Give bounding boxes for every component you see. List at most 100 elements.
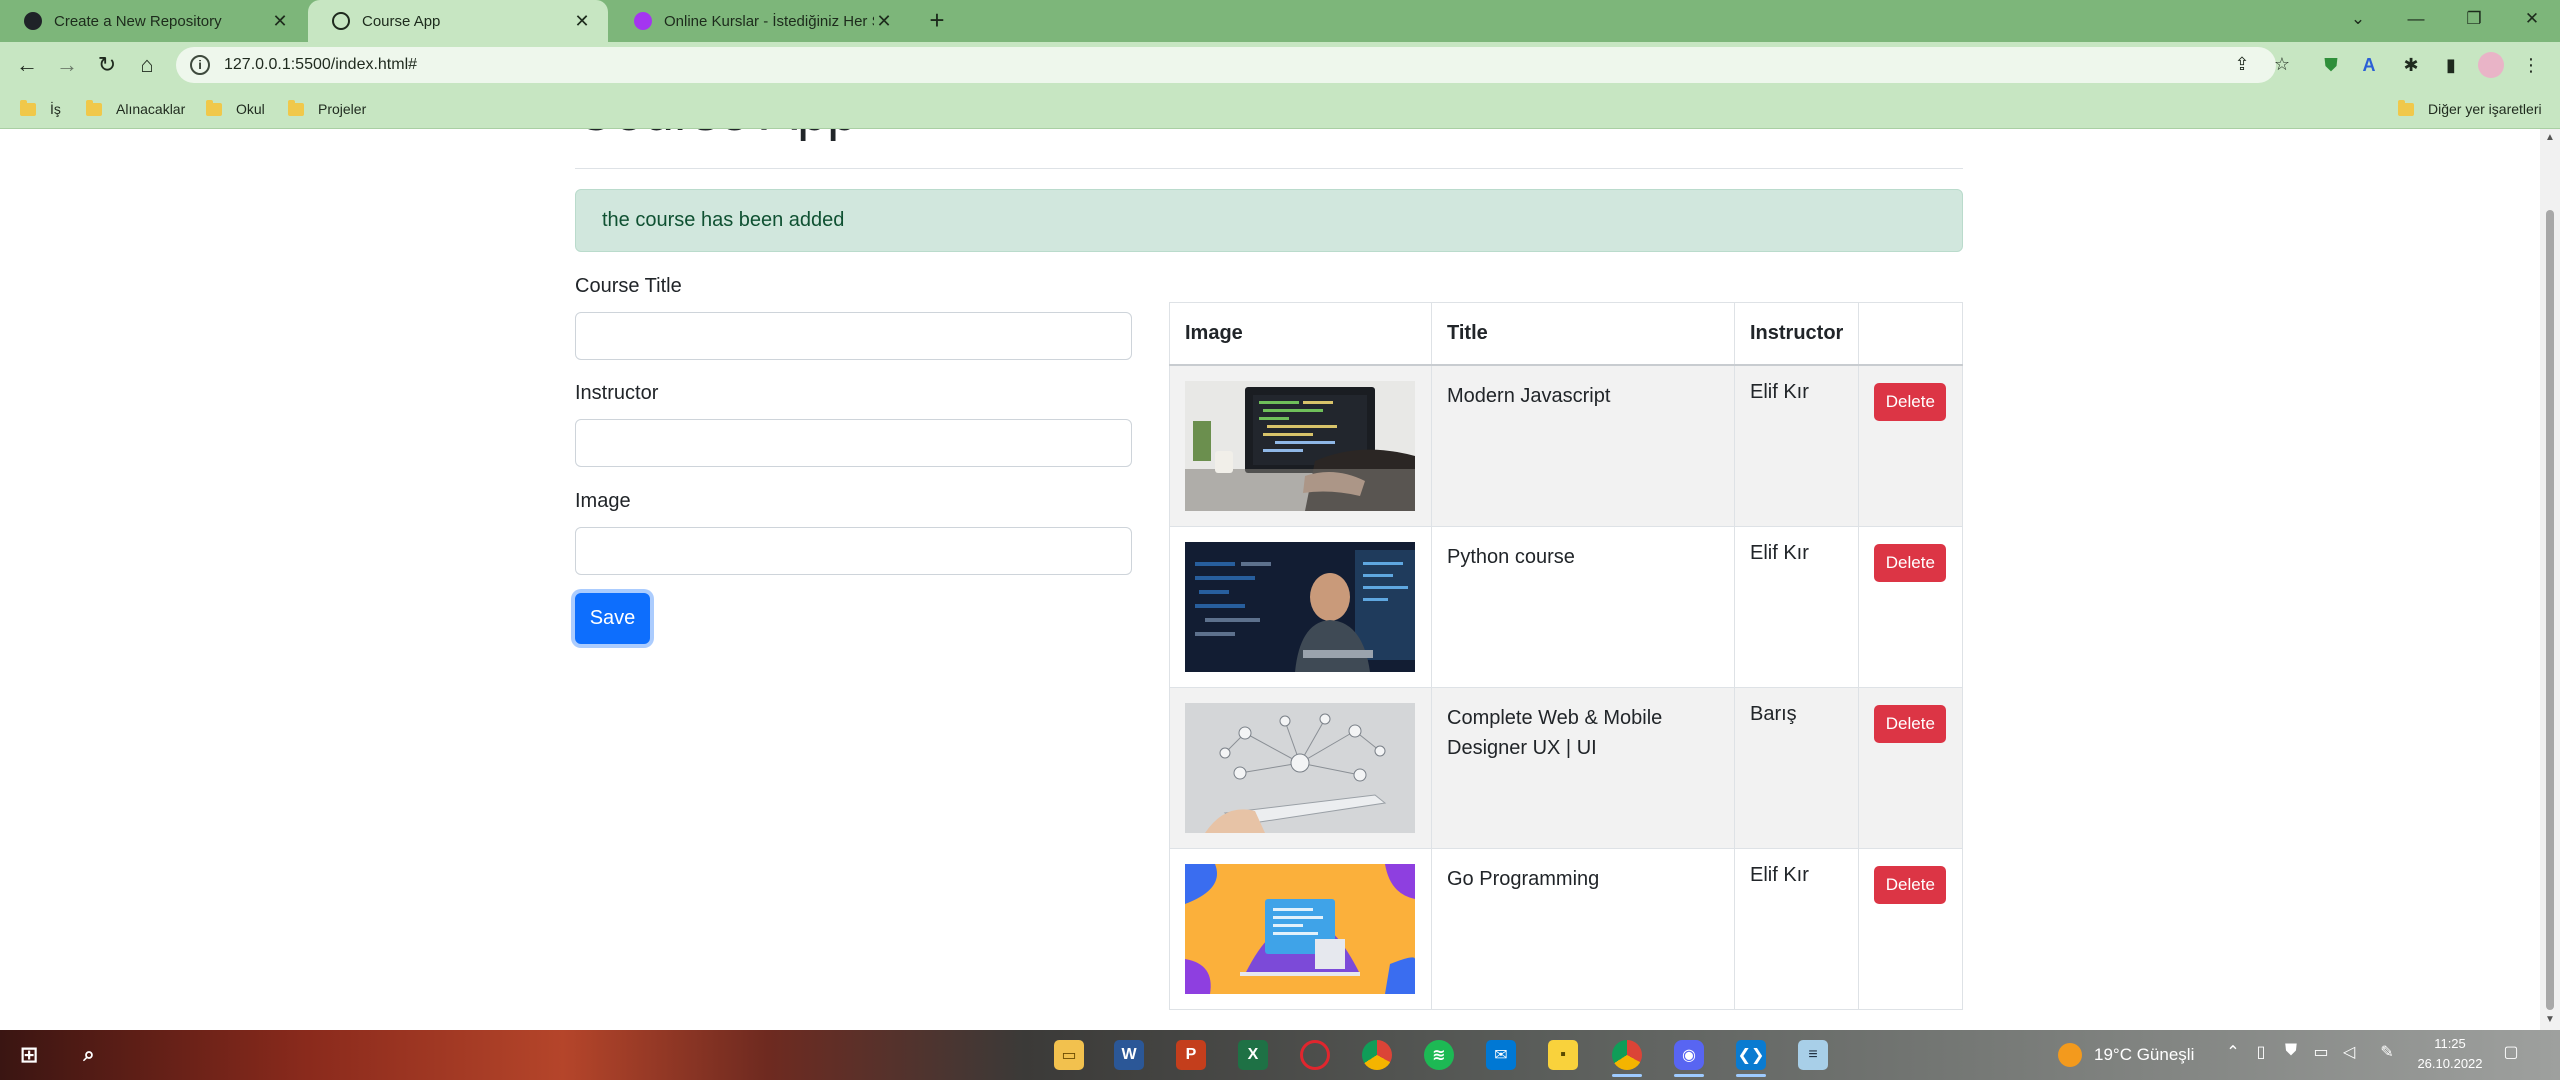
sticky-notes-icon[interactable]: ▪ bbox=[1548, 1040, 1578, 1070]
bookmark-label: Okul bbox=[236, 101, 265, 117]
table-row: Python course Elif Kır Delete bbox=[1169, 525, 1963, 688]
bookmark-label: Projeler bbox=[318, 101, 367, 117]
chrome-icon[interactable] bbox=[1362, 1040, 1392, 1070]
delete-button[interactable]: Delete bbox=[1874, 865, 1947, 904]
close-window-button[interactable]: ✕ bbox=[2504, 0, 2560, 38]
scroll-up-arrow-icon[interactable]: ▲ bbox=[2543, 132, 2557, 146]
tab-udemy[interactable]: Online Kurslar - İstediğiniz Her Ş ✕ bbox=[610, 0, 910, 42]
weather-widget[interactable]: 19°C Güneşli bbox=[2058, 1030, 2194, 1080]
sun-icon bbox=[2058, 1043, 2082, 1067]
share-icon[interactable]: ⇪ bbox=[2228, 50, 2256, 78]
page-title: Course App bbox=[575, 129, 857, 143]
bookmark-star-icon[interactable]: ☆ bbox=[2268, 50, 2296, 78]
column-header-image: Image bbox=[1169, 302, 1432, 366]
home-icon[interactable]: ⌂ bbox=[130, 48, 164, 82]
instructor-input[interactable] bbox=[575, 419, 1132, 467]
table-row: Go Programming Elif Kır Delete bbox=[1169, 847, 1963, 1010]
browser-chrome: Create a New Repository ✕ Course App ✕ O… bbox=[0, 0, 2560, 129]
image-cell bbox=[1169, 847, 1432, 1010]
word-icon[interactable]: W bbox=[1114, 1040, 1144, 1070]
url-text: 127.0.0.1:5500/index.html# bbox=[224, 56, 418, 73]
column-header-title: Title bbox=[1431, 302, 1735, 366]
network-icon[interactable]: ▭ bbox=[2310, 1042, 2332, 1062]
close-icon[interactable]: ✕ bbox=[572, 11, 592, 31]
active-app-indicator bbox=[1674, 1074, 1704, 1077]
opera-icon[interactable] bbox=[1300, 1040, 1330, 1070]
folder-icon bbox=[288, 99, 304, 116]
powerpoint-icon[interactable]: P bbox=[1176, 1040, 1206, 1070]
bookmark-folder-projeler[interactable]: Projeler bbox=[288, 96, 366, 122]
notepad-icon[interactable]: ≡ bbox=[1798, 1040, 1828, 1070]
actions-cell: Delete bbox=[1858, 364, 1963, 527]
tab-label: Course App bbox=[362, 12, 441, 30]
course-title-input[interactable] bbox=[575, 312, 1132, 360]
tray-app-icon[interactable]: ▯ bbox=[2250, 1042, 2272, 1062]
security-icon[interactable]: ⛊ bbox=[2280, 1042, 2302, 1060]
forward-icon[interactable]: → bbox=[50, 48, 84, 82]
volume-icon[interactable]: ◁ bbox=[2338, 1042, 2360, 1062]
active-app-indicator bbox=[1736, 1074, 1766, 1077]
bookmark-label: İş bbox=[50, 101, 61, 117]
address-bar[interactable]: i 127.0.0.1:5500/index.html# bbox=[176, 47, 2276, 83]
title-cell: Go Programming bbox=[1431, 847, 1735, 1010]
active-app-indicator bbox=[1612, 1074, 1642, 1077]
table-row: Complete Web & Mobile Designer UX | UI B… bbox=[1169, 686, 1963, 849]
instructor-cell: Elif Kır bbox=[1733, 364, 1860, 527]
excel-icon[interactable]: X bbox=[1238, 1040, 1268, 1070]
new-tab-button[interactable]: + bbox=[922, 6, 952, 36]
close-icon[interactable]: ✕ bbox=[270, 11, 290, 31]
instructor-cell: Elif Kır bbox=[1733, 847, 1860, 1010]
tab-github[interactable]: Create a New Repository ✕ bbox=[0, 0, 306, 42]
discord-icon[interactable]: ◉ bbox=[1674, 1040, 1704, 1070]
reload-icon[interactable]: ↻ bbox=[90, 48, 124, 82]
clock-date: 26.10.2022 bbox=[2417, 1056, 2483, 1071]
table-header-row: Image Title Instructor bbox=[1169, 302, 1963, 366]
actions-cell: Delete bbox=[1858, 686, 1963, 849]
udemy-icon bbox=[634, 12, 652, 30]
file-explorer-icon[interactable]: ▭ bbox=[1054, 1040, 1084, 1070]
delete-button[interactable]: Delete bbox=[1874, 382, 1947, 421]
restore-button[interactable]: ❐ bbox=[2446, 0, 2502, 38]
image-input[interactable] bbox=[575, 527, 1132, 575]
save-button[interactable]: Save bbox=[575, 593, 650, 644]
tab-search-icon[interactable]: ⌄ bbox=[2330, 0, 2386, 38]
tray-expand-icon[interactable]: ⌃ bbox=[2222, 1042, 2244, 1062]
table-row: Modern Javascript Elif Kır Delete bbox=[1169, 364, 1963, 527]
page-viewport: Course App the course has been added Cou… bbox=[0, 129, 2540, 1030]
bookmark-folder-is[interactable]: İş bbox=[20, 96, 61, 122]
scrollbar-thumb[interactable] bbox=[2546, 210, 2554, 1010]
chrome-active-icon[interactable] bbox=[1612, 1040, 1642, 1070]
tab-label: Online Kurslar - İstediğiniz Her Ş bbox=[664, 12, 874, 30]
delete-button[interactable]: Delete bbox=[1874, 704, 1947, 743]
vscode-icon[interactable]: ❮❯ bbox=[1736, 1040, 1766, 1070]
notifications-icon[interactable]: ▢ bbox=[2500, 1042, 2522, 1062]
menu-kebab-icon[interactable]: ⋮ bbox=[2518, 52, 2544, 78]
back-icon[interactable]: ← bbox=[10, 48, 44, 82]
delete-button[interactable]: Delete bbox=[1874, 543, 1947, 582]
side-panel-icon[interactable]: ▮ bbox=[2438, 52, 2464, 78]
title-cell: Modern Javascript bbox=[1431, 364, 1735, 527]
site-info-icon[interactable]: i bbox=[190, 55, 210, 75]
close-icon[interactable]: ✕ bbox=[874, 11, 894, 31]
folder-icon bbox=[2398, 99, 2414, 116]
pen-icon[interactable]: ✎ bbox=[2376, 1042, 2398, 1062]
extensions-puzzle-icon[interactable]: ✱ bbox=[2398, 52, 2424, 78]
profile-avatar-icon[interactable] bbox=[2478, 52, 2504, 78]
translate-icon[interactable]: A bbox=[2356, 52, 2382, 78]
adblock-shield-icon[interactable]: ⛊ bbox=[2318, 52, 2344, 78]
scroll-down-arrow-icon[interactable]: ▼ bbox=[2543, 1014, 2557, 1028]
github-icon bbox=[24, 12, 42, 30]
system-clock[interactable]: 11:25 26.10.2022 bbox=[2410, 1034, 2490, 1074]
bookmark-folder-okul[interactable]: Okul bbox=[206, 96, 265, 122]
instructor-cell: Elif Kır bbox=[1733, 525, 1860, 688]
spotify-icon[interactable]: ≋ bbox=[1424, 1040, 1454, 1070]
tab-course-app[interactable]: Course App ✕ bbox=[308, 0, 608, 42]
search-icon[interactable]: ⌕ bbox=[74, 1040, 104, 1070]
minimize-button[interactable]: — bbox=[2388, 0, 2444, 38]
mail-icon[interactable]: ✉ bbox=[1486, 1040, 1516, 1070]
windows-start-icon[interactable]: ⊞ bbox=[14, 1040, 44, 1070]
bookmarks-bar: İş Alınacaklar Okul Projeler Diğer yer i… bbox=[0, 88, 2560, 129]
bookmark-folder-other[interactable]: Diğer yer işaretleri bbox=[2398, 96, 2542, 122]
bookmark-folder-alinacaklar[interactable]: Alınacaklar bbox=[86, 96, 185, 122]
success-alert: the course has been added bbox=[575, 189, 1963, 252]
